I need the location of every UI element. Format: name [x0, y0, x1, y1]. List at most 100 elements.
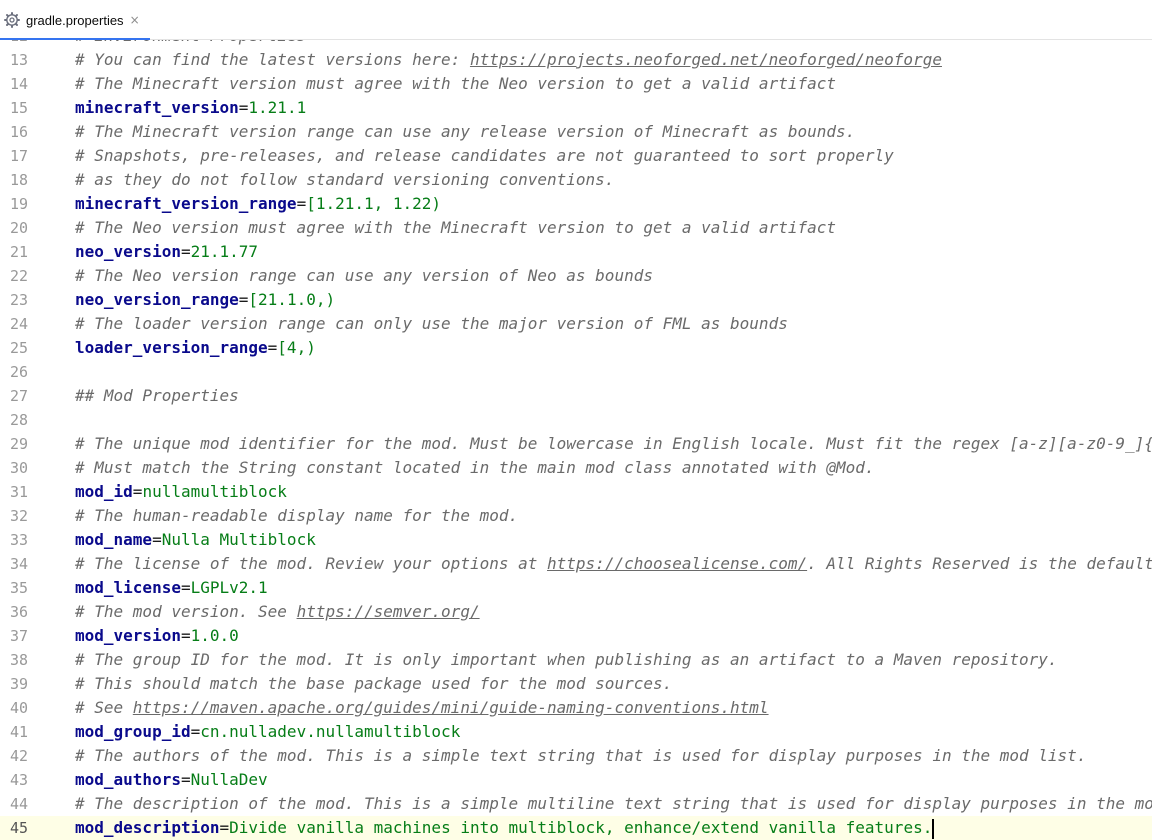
code-line[interactable]: 26 [0, 360, 1152, 384]
property-value: 21.1.77 [190, 242, 259, 261]
code-line[interactable]: 37 mod_version=1.0.0 [0, 624, 1152, 648]
line-number: 23 [9, 291, 28, 309]
code-line[interactable]: 40 # See https://maven.apache.org/guides/… [0, 696, 1152, 720]
code-line[interactable]: 16 # The Minecraft version range can use … [0, 120, 1152, 144]
property-key: neo_version [75, 242, 181, 261]
comment-text: # The license of the mod. Review your op… [75, 554, 548, 573]
code-line[interactable]: 13 # You can find the latest versions her… [0, 48, 1152, 72]
code-line[interactable]: 33 mod_name=Nulla Multiblock [0, 528, 1152, 552]
code-line[interactable]: 20 # The Neo version must agree with the … [0, 216, 1152, 240]
line-number: 12 [0, 40, 28, 48]
line-number: 22 [9, 267, 28, 285]
code-line[interactable]: 25 loader_version_range=[4,) [0, 336, 1152, 360]
code-line[interactable]: 32 # The human-readable display name for … [0, 504, 1152, 528]
property-value: 1.21.1 [248, 98, 307, 117]
code-line[interactable]: 38 # The group ID for the mod. It is only… [0, 648, 1152, 672]
comment-text: # Must match the String constant located… [75, 458, 875, 477]
line-content: # The loader version range can only use … [75, 312, 788, 336]
line-number: 29 [9, 435, 28, 453]
code-line[interactable]: 28 [0, 408, 1152, 432]
comment-link[interactable]: https://choosealicense.com/ [547, 554, 807, 573]
line-number: 16 [9, 123, 28, 141]
comment-link[interactable]: https://maven.apache.org/guides/mini/gui… [133, 698, 769, 717]
code-line[interactable]: 44 # The description of the mod. This is … [0, 792, 1152, 816]
code-line[interactable]: 31 mod_id=nullamultiblock [0, 480, 1152, 504]
line-content: mod_authors=NullaDev [75, 768, 268, 792]
code-editor[interactable]: 12 # Environment Properties 13 # You can fi… [0, 40, 1152, 840]
equals-sign: = [132, 482, 143, 501]
comment-text: # This should match the base package use… [75, 674, 673, 693]
line-content: # The mod version. See https://semver.or… [75, 600, 480, 624]
comment-link[interactable]: https://projects.neoforged.net/neoforged… [470, 50, 942, 69]
line-number: 19 [9, 195, 28, 213]
line-content: # Snapshots, pre-releases, and release c… [75, 144, 894, 168]
line-content: mod_version=1.0.0 [75, 624, 239, 648]
code-line[interactable]: 39 # This should match the base package u… [0, 672, 1152, 696]
comment-link[interactable]: https://semver.org/ [297, 602, 480, 621]
line-number: 41 [9, 723, 28, 741]
line-number: 26 [9, 363, 28, 381]
line-content: # Must match the String constant located… [75, 456, 875, 480]
line-content: neo_version=21.1.77 [75, 240, 258, 264]
line-content: # The Neo version range can use any vers… [75, 264, 653, 288]
line-content: neo_version_range=[21.1.0,) [75, 288, 335, 312]
code-line[interactable]: 17 # Snapshots, pre-releases, and release… [0, 144, 1152, 168]
equals-sign: = [190, 722, 201, 741]
property-key: neo_version_range [75, 290, 239, 309]
code-line[interactable]: 36 # The mod version. See https://semver.… [0, 600, 1152, 624]
comment-text: # The Neo version must agree with the Mi… [75, 218, 836, 237]
code-line[interactable]: 24 # The loader version range can only us… [0, 312, 1152, 336]
comment-text: # The Neo version range can use any vers… [75, 266, 653, 285]
code-line[interactable]: 42 # The authors of the mod. This is a si… [0, 744, 1152, 768]
line-number: 33 [9, 531, 28, 549]
comment-text: # The group ID for the mod. It is only i… [75, 650, 1058, 669]
property-value: Nulla Multiblock [161, 530, 316, 549]
comment-text: # The mod version. See [75, 602, 297, 621]
code-line[interactable]: 18 # as they do not follow standard versi… [0, 168, 1152, 192]
line-content: # The group ID for the mod. It is only i… [75, 648, 1058, 672]
code-line[interactable]: 34 # The license of the mod. Review your … [0, 552, 1152, 576]
code-line[interactable]: 21 neo_version=21.1.77 [0, 240, 1152, 264]
line-number: 31 [9, 483, 28, 501]
line-content: mod_group_id=cn.nulladev.nullamultiblock [75, 720, 460, 744]
code-line[interactable]: 23 neo_version_range=[21.1.0,) [0, 288, 1152, 312]
code-line[interactable]: 22 # The Neo version range can use any ve… [0, 264, 1152, 288]
line-content: mod_license=LGPLv2.1 [75, 576, 268, 600]
code-line[interactable]: 41 mod_group_id=cn.nulladev.nullamultiblo… [0, 720, 1152, 744]
comment-text: # Snapshots, pre-releases, and release c… [75, 146, 894, 165]
code-line[interactable]: 43 mod_authors=NullaDev [0, 768, 1152, 792]
code-line[interactable]: 29 # The unique mod identifier for the mo… [0, 432, 1152, 456]
code-line[interactable]: 27 ## Mod Properties [0, 384, 1152, 408]
comment-text: # The unique mod identifier for the mod.… [75, 434, 1152, 453]
property-key: mod_description [75, 818, 220, 837]
property-key: minecraft_version_range [75, 194, 297, 213]
line-content: ## Mod Properties [75, 384, 239, 408]
code-line[interactable]: 14 # The Minecraft version must agree wit… [0, 72, 1152, 96]
line-number: 30 [9, 459, 28, 477]
property-key: mod_version [75, 626, 181, 645]
equals-sign: = [267, 338, 278, 357]
code-line[interactable]: 19 minecraft_version_range=[1.21.1, 1.22) [0, 192, 1152, 216]
line-number: 13 [9, 51, 28, 69]
line-number: 44 [9, 795, 28, 813]
code-line[interactable]: 30 # Must match the String constant locat… [0, 456, 1152, 480]
line-content: mod_description=Divide vanilla machines … [75, 816, 935, 840]
equals-sign: = [238, 98, 249, 117]
code-line[interactable]: 15 minecraft_version=1.21.1 [0, 96, 1152, 120]
code-line[interactable]: 12 # Environment Properties [0, 40, 1152, 48]
line-number: 21 [9, 243, 28, 261]
line-content: mod_id=nullamultiblock [75, 480, 287, 504]
line-number: 15 [9, 99, 28, 117]
property-key: loader_version_range [75, 338, 268, 357]
line-number: 28 [9, 411, 28, 429]
editor-tab-bar: gradle.properties × [0, 0, 1152, 40]
tab-gradle-properties[interactable]: gradle.properties × [0, 0, 150, 40]
line-number: 43 [9, 771, 28, 789]
line-content: minecraft_version_range=[1.21.1, 1.22) [75, 192, 441, 216]
code-line[interactable]: 35 mod_license=LGPLv2.1 [0, 576, 1152, 600]
property-value: 1.0.0 [190, 626, 239, 645]
close-icon[interactable]: × [130, 13, 140, 27]
line-number: 27 [9, 387, 28, 405]
equals-sign: = [296, 194, 307, 213]
code-line[interactable]: 45 mod_description=Divide vanilla machine… [0, 816, 1152, 840]
